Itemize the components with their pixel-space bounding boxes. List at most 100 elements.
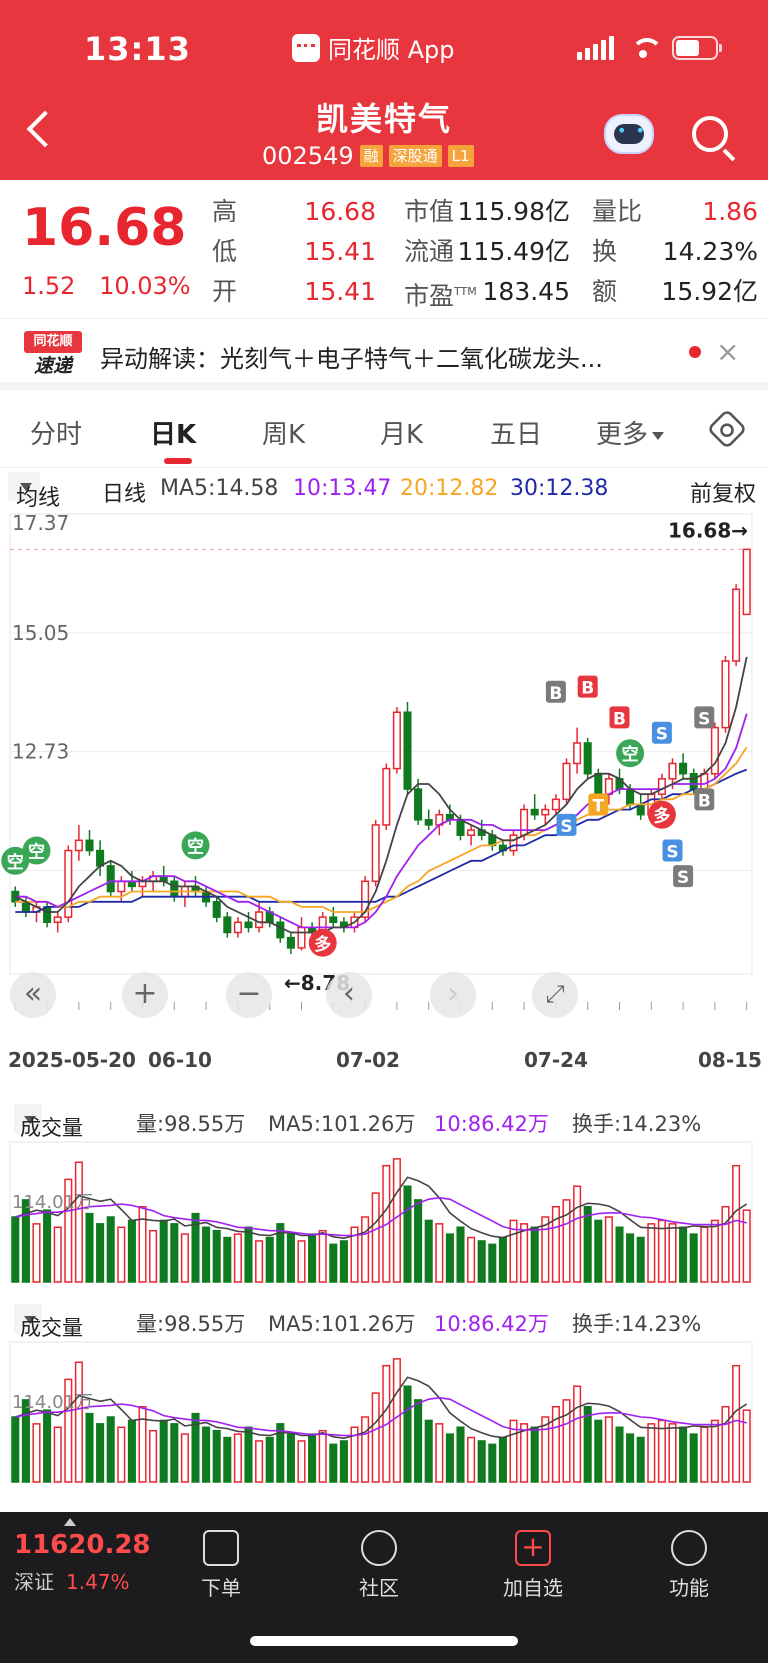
volume-bar [233, 1233, 242, 1283]
volume-header-2: 成交量 量:98.55万 MA5:101.26万 10:86.42万 换手:14… [0, 1300, 768, 1340]
nav-functions[interactable]: 功能 [644, 1524, 734, 1601]
candle-body [392, 711, 401, 770]
assistant-robot-icon[interactable] [604, 114, 654, 154]
volume-bar [117, 1426, 126, 1483]
candle-body [106, 865, 115, 893]
volume-selector-2[interactable]: 成交量 [14, 1304, 83, 1340]
status-app: 同花顺 App [292, 30, 455, 65]
chevron-down-icon [652, 431, 665, 440]
volume-bar [392, 1158, 401, 1283]
volume-bar [74, 1361, 83, 1483]
volume-bar [32, 1423, 41, 1483]
volume-bar [477, 1440, 486, 1483]
signal-label: T [592, 796, 604, 816]
change-percent: 10.03% [99, 272, 191, 300]
volume-selector-label: 成交量 [20, 1316, 83, 1340]
volume-bar [435, 1223, 444, 1283]
news-close-button[interactable]: × [716, 335, 739, 368]
signal-label: S [560, 817, 572, 837]
signal-label: S [677, 868, 689, 888]
signal-label: 空 [187, 836, 204, 857]
quote-col-2: 市值 115.98亿 流通 115.49亿 市盈TTM 183.45 [404, 192, 570, 316]
unread-dot-icon [689, 346, 701, 358]
volume-ma10: 10:86.42万 [434, 1312, 549, 1336]
search-icon[interactable] [692, 116, 728, 152]
candle-body [732, 588, 741, 662]
fullscreen-button[interactable]: ⤢ [532, 972, 578, 1018]
community-star-icon [361, 1530, 397, 1566]
news-text[interactable]: 异动解读：光刻气＋电子特气＋二氧化碳龙头... [100, 339, 603, 374]
volume-bar [265, 1236, 274, 1283]
tag-shenzhen-connect: 深股通 [388, 145, 442, 167]
signal-square: S [673, 865, 694, 888]
volume-bar [541, 1216, 550, 1283]
tab-more[interactable]: 更多 [596, 414, 665, 451]
signal-square: S [556, 813, 577, 837]
nav-order[interactable]: 下单 [176, 1524, 266, 1601]
volume-header-1: 成交量 量:98.55万 MA5:101.26万 10:86.42万 换手:14… [0, 1100, 768, 1140]
candle-body [223, 916, 232, 934]
tag-margin: 融 [359, 145, 383, 167]
volume-bar [286, 1433, 295, 1483]
volume-bar [604, 1216, 613, 1283]
volume-bar [732, 1164, 741, 1283]
value-float-cap: 115.49亿 [457, 237, 570, 266]
candle-body [85, 839, 94, 852]
volume-bar [329, 1443, 338, 1483]
volume-bar [244, 1226, 253, 1283]
signal-circle: 空 [181, 831, 210, 860]
candle-body [679, 762, 688, 775]
zoom-in-button[interactable]: + [122, 972, 168, 1018]
zoom-out-button[interactable]: − [226, 972, 272, 1018]
nav-add-watchlist[interactable]: + 加自选 [488, 1524, 578, 1601]
volume-axis-label: 114.01万 [12, 1392, 93, 1413]
news-logo: 同花顺 速递 [24, 331, 82, 379]
volume-bar [520, 1223, 529, 1283]
volume-bar [498, 1436, 507, 1483]
date-label-4: 08-15 [698, 1048, 762, 1072]
tab-intraday[interactable]: 分时 [30, 414, 82, 451]
tab-five-day[interactable]: 五日 [490, 414, 542, 451]
tab-monthly-k[interactable]: 月K [380, 414, 423, 451]
volume-bar [180, 1433, 189, 1483]
ma-selector[interactable]: 均线 [8, 472, 60, 511]
date-label-2: 07-02 [336, 1048, 400, 1072]
volume-bar [435, 1423, 444, 1483]
volume-bar [43, 1209, 52, 1283]
volume-bar [467, 1236, 476, 1283]
scroll-left-fast-button[interactable]: « [10, 972, 56, 1018]
volume-chart-1[interactable]: 114.01万 [0, 1140, 768, 1286]
scroll-left-button[interactable]: ‹ [326, 972, 372, 1018]
volume-selector-1[interactable]: 成交量 [14, 1104, 83, 1140]
volume-bar [96, 1223, 105, 1283]
volume-chart-2[interactable]: 114.01万 [0, 1340, 768, 1486]
volume-bar [668, 1423, 677, 1483]
signal-circle: 空 [616, 739, 645, 768]
kline-chart[interactable]: 空空 空多B BB空STSS多BSS 17.37 15.05 12.73 16.68… [0, 504, 768, 1044]
volume-bar [170, 1223, 179, 1283]
status-indicators [577, 36, 722, 60]
tab-daily-k[interactable]: 日K [150, 414, 196, 464]
label-turnover: 换 [592, 237, 618, 266]
signal-square: S [651, 721, 672, 745]
nav-functions-label: 功能 [669, 1576, 709, 1600]
date-label-0: 2025-05-20 [8, 1048, 136, 1072]
volume-bar [117, 1226, 126, 1283]
tab-weekly-k[interactable]: 周K [262, 414, 305, 451]
volume-bar [202, 1226, 211, 1283]
volume-bar [594, 1219, 603, 1283]
candle-body [541, 808, 550, 816]
signal-label: S [666, 843, 678, 863]
volume-bar [562, 1199, 571, 1283]
news-logo-top: 同花顺 [24, 331, 82, 353]
volume-bar [202, 1426, 211, 1483]
news-banner[interactable]: 同花顺 速递 异动解读：光刻气＋电子特气＋二氧化碳龙头... × [0, 318, 768, 390]
volume-ma5: MA5:101.26万 [268, 1112, 416, 1136]
volume-bar [583, 1405, 592, 1483]
nav-add-watchlist-label: 加自选 [503, 1576, 563, 1600]
volume-bar [679, 1226, 688, 1283]
scroll-right-button[interactable]: › [430, 972, 476, 1018]
chart-settings-icon[interactable] [706, 408, 748, 450]
nav-community[interactable]: 社区 [334, 1524, 424, 1601]
index-ticker[interactable]: 11620.28 深证 1.47% [14, 1518, 151, 1595]
